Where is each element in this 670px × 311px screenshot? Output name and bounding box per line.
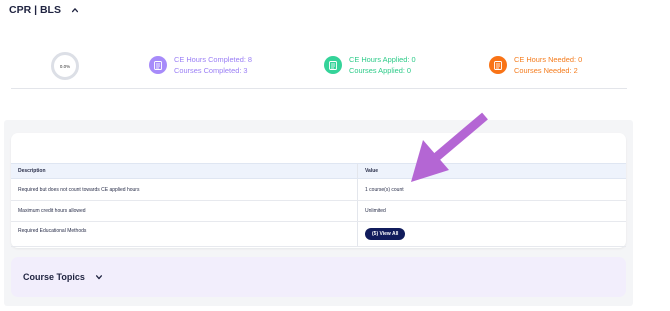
stat-applied: CE Hours Applied: 0 Courses Applied: 0 (324, 54, 416, 76)
divider (11, 88, 627, 89)
courses-applied: Courses Applied: 0 (349, 66, 412, 75)
stat-completed: CE Hours Completed: 8 Courses Completed:… (149, 54, 252, 76)
course-topics-title: Course Topics (23, 272, 85, 282)
stat-needed: CE Hours Needed: 0 Courses Needed: 2 (489, 54, 582, 76)
document-icon (149, 56, 167, 74)
stats-bar: 0.0% CE Hours Completed: 8 Courses Compl… (0, 48, 670, 88)
table-header: Description Value (11, 163, 626, 179)
courses-completed: Courses Completed: 3 (174, 66, 248, 75)
requirements-table: Description Value Required but does not … (11, 163, 626, 247)
progress-ring: 0.0% (51, 52, 79, 80)
courses-needed: Courses Needed: 2 (514, 66, 578, 75)
row-description: Required but does not count towards CE a… (18, 186, 140, 193)
ce-hours-completed: CE Hours Completed: 8 (174, 55, 253, 64)
document-icon (324, 56, 342, 74)
row-description: Maximum credit hours allowed (18, 208, 86, 214)
chevron-down-icon[interactable] (95, 273, 103, 281)
table-row: Maximum credit hours allowed Unlimited (11, 201, 626, 222)
table-row: Required Educational Methods (5) View Al… (11, 222, 626, 247)
annotation-arrow-icon (411, 112, 488, 182)
section-title: CPR | BLS (9, 4, 61, 16)
table-row: Required but does not count towards CE a… (11, 179, 626, 201)
ce-hours-applied: CE Hours Applied: 0 (349, 55, 416, 64)
row-value: 1 course(s) count (365, 186, 404, 193)
progress-percent: 0.0% (59, 63, 71, 69)
column-header-description: Description (18, 168, 46, 174)
chevron-up-icon[interactable] (71, 6, 79, 14)
document-icon (489, 56, 507, 74)
ce-hours-needed: CE Hours Needed: 0 (514, 55, 583, 64)
section-header[interactable]: CPR | BLS (9, 4, 79, 16)
course-topics-accordion[interactable]: Course Topics (11, 257, 626, 297)
view-all-button[interactable]: (5) View All (365, 228, 406, 240)
row-description: Required Educational Methods (18, 228, 87, 234)
row-value: Unlimited (365, 208, 386, 214)
column-header-value: Value (365, 168, 379, 174)
